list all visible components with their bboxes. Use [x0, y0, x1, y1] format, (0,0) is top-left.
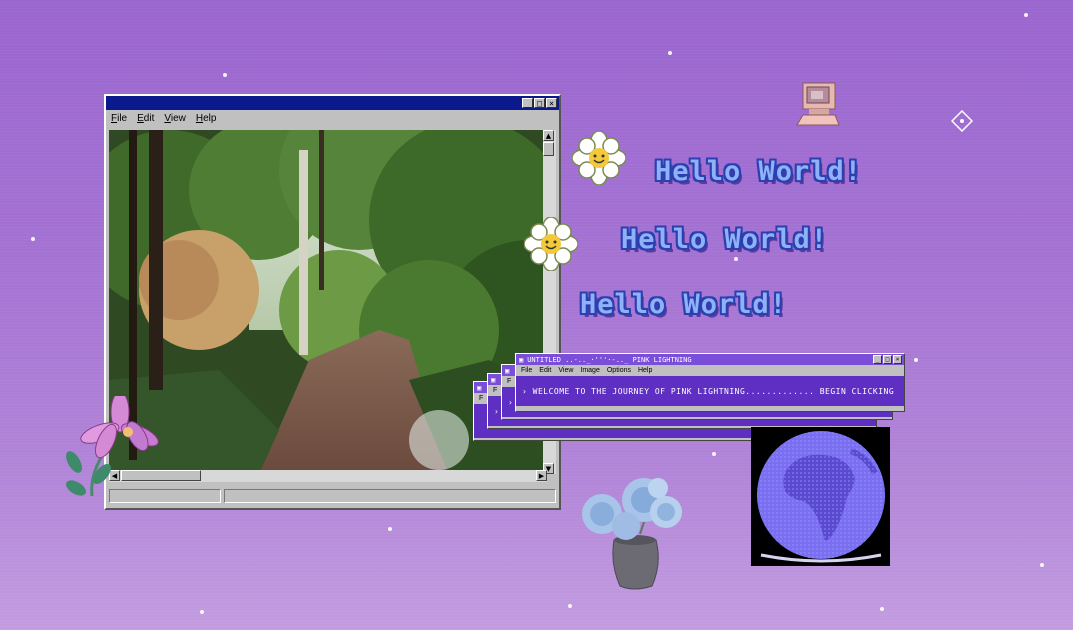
menu-view[interactable]: View [558, 367, 573, 374]
star-dot [1024, 13, 1028, 17]
horizontal-scrollbar[interactable]: ◀ ▶ [109, 470, 547, 482]
scroll-up-icon[interactable]: ▲ [543, 130, 554, 141]
star-dot [200, 610, 204, 614]
maximize-button[interactable]: □ [883, 355, 892, 364]
welcome-message[interactable]: › WELCOME TO THE JOURNEY OF PINK LIGHTNI… [516, 376, 904, 406]
maximize-button[interactable]: □ [534, 98, 545, 108]
diamond-sparkle-icon [950, 109, 974, 133]
menu-file[interactable]: File [111, 113, 127, 124]
star-dot [668, 51, 672, 55]
app-icon: ▣ [477, 383, 482, 392]
pink-lily-icon [62, 391, 162, 502]
menu-file[interactable]: F [479, 395, 483, 402]
menu-image[interactable]: Image [580, 367, 599, 374]
star-dot [1040, 563, 1044, 567]
menu-file[interactable]: F [507, 378, 511, 385]
scroll-thumb[interactable] [543, 142, 554, 156]
menu-bar: File Edit View Help [106, 110, 559, 126]
minimize-button[interactable]: _ [873, 355, 882, 364]
star-dot [568, 604, 572, 608]
star-dot [914, 358, 918, 362]
star-dot [734, 257, 738, 261]
star-dot [388, 527, 392, 531]
hello-world-text: Hello World! [621, 224, 829, 255]
app-icon: ▣ [505, 366, 510, 375]
close-button[interactable]: × [546, 98, 557, 108]
star-dot [712, 452, 716, 456]
app-icon: ▣ [519, 355, 524, 364]
hello-world-text: Hello World! [580, 289, 788, 320]
star-dot [31, 237, 35, 241]
pink-lightning-title-bar[interactable]: ▣ UNTITLED ..-.._·'''·-.._ PINK LIGHTNIN… [516, 354, 904, 365]
scroll-right-icon[interactable]: ▶ [536, 470, 547, 481]
hello-world-text: Hello World! [655, 156, 863, 187]
menu-help[interactable]: Help [638, 367, 652, 374]
menu-edit[interactable]: Edit [539, 367, 551, 374]
menu-options[interactable]: Options [607, 367, 631, 374]
title-bar[interactable]: _ □ × [106, 96, 559, 110]
star-dot [223, 73, 227, 77]
pink-lightning-menu: File Edit View Image Options Help [516, 365, 904, 376]
minimize-button[interactable]: _ [522, 98, 533, 108]
smiley-daisy-icon [523, 216, 579, 272]
menu-help[interactable]: Help [196, 113, 217, 124]
star-dot [880, 607, 884, 611]
status-pane [224, 489, 556, 503]
menu-file[interactable]: F [493, 387, 497, 394]
prompt-marker: › [494, 406, 500, 416]
app-icon: ▣ [491, 375, 496, 384]
status-bar [109, 489, 556, 505]
smiley-daisy-icon [571, 130, 627, 186]
blue-roses-vase-icon [574, 474, 694, 592]
window-title: UNTITLED ..-.._·'''·-.._ PINK LIGHTNING [527, 355, 692, 364]
retro-computer-icon[interactable] [793, 81, 841, 129]
close-button[interactable]: × [893, 355, 902, 364]
photo-window[interactable]: _ □ × File Edit View Help ▲ ▼ ◀ ▶ [104, 94, 561, 510]
prompt-marker: › [508, 397, 514, 407]
menu-edit[interactable]: Edit [137, 113, 154, 124]
globe-africa-icon [751, 427, 890, 566]
menu-view[interactable]: View [164, 113, 186, 124]
menu-file[interactable]: File [521, 367, 532, 374]
pink-lightning-window[interactable]: ▣ UNTITLED ..-.._·'''·-.._ PINK LIGHTNIN… [515, 353, 905, 412]
